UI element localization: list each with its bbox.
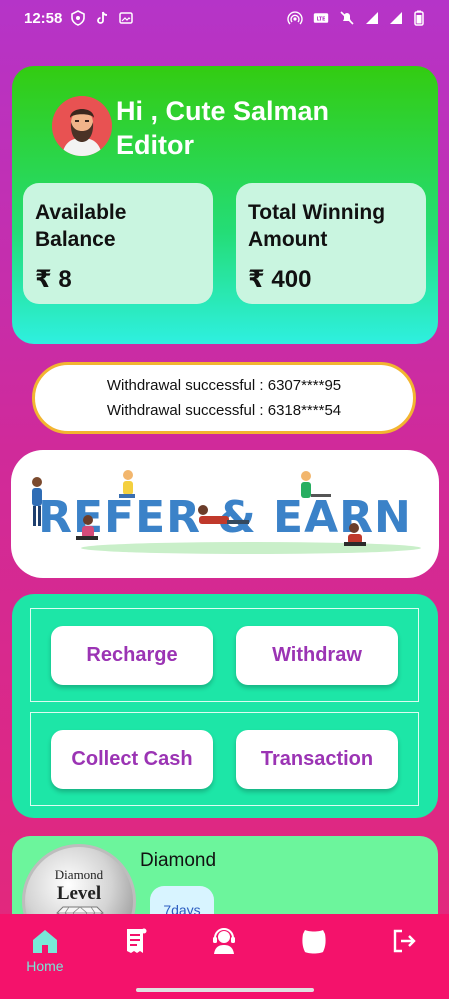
nav-logout[interactable] — [359, 914, 449, 999]
collect-cash-button[interactable]: Collect Cash — [51, 730, 213, 789]
nav-home-label: Home — [26, 958, 64, 974]
transaction-button[interactable]: Transaction — [236, 730, 398, 789]
svg-text:LTE: LTE — [317, 16, 326, 22]
available-balance-label-line2: Balance — [35, 228, 116, 251]
available-balance-card[interactable]: Available Balance ₹ 8 — [23, 183, 213, 304]
nav-transactions[interactable] — [90, 914, 180, 999]
available-balance-label: Available Balance — [35, 199, 201, 253]
medal-text-line2: Level — [56, 883, 102, 904]
status-time: 12:58 — [24, 9, 63, 27]
battery-icon — [411, 10, 427, 26]
status-bar-right: LTE — [287, 10, 427, 26]
actions-panel: Recharge Withdraw Collect Cash Transacti… — [12, 594, 438, 818]
hotspot-icon — [287, 10, 303, 26]
logout-icon — [393, 929, 416, 953]
status-bar-left: 12:58 — [24, 10, 134, 27]
home-indicator[interactable] — [136, 988, 314, 992]
total-winning-label-line2: Amount — [248, 228, 328, 251]
home-icon — [32, 930, 57, 953]
greeting: Hi , Cute Salman Editor — [116, 94, 329, 162]
actions-row: Collect Cash Transaction — [30, 712, 419, 806]
total-winning-card[interactable]: Total Winning Amount ₹ 400 — [236, 183, 426, 304]
mute-icon — [339, 10, 355, 26]
bottom-nav: Home — [0, 914, 449, 999]
tiktok-icon — [94, 10, 110, 26]
volte-icon: LTE — [311, 10, 331, 26]
nav-home[interactable]: Home — [0, 914, 90, 999]
total-winning-label: Total Winning Amount — [248, 199, 414, 253]
total-winning-value: ₹ 400 — [248, 266, 312, 293]
withdrawal-ticker: Withdrawal successful : 6307****95 Withd… — [32, 362, 416, 434]
signal-4g-icon — [363, 10, 379, 26]
person-standing-icon — [32, 477, 42, 526]
medal-text-line1: Diamond — [54, 867, 104, 882]
refer-earn-banner[interactable]: REFER & EARN — [11, 450, 439, 578]
vpn-icon — [70, 10, 86, 26]
nav-support[interactable] — [180, 914, 270, 999]
avatar[interactable] — [52, 96, 112, 156]
wallet-icon — [302, 930, 326, 954]
status-bar: 12:58 LTE — [0, 0, 449, 36]
level-name: Diamond — [140, 850, 217, 871]
recharge-button[interactable]: Recharge — [51, 626, 213, 685]
available-balance-value: ₹ 8 — [35, 266, 72, 293]
greeting-name: Hi , Cute Salman — [116, 96, 330, 126]
gallery-icon — [118, 10, 134, 26]
actions-row: Recharge Withdraw — [30, 608, 419, 702]
nav-wallet[interactable] — [269, 914, 359, 999]
support-agent-icon — [213, 928, 236, 954]
ticker-line: Withdrawal successful : 6318****54 — [106, 402, 342, 419]
greeting-role: Editor — [116, 130, 194, 160]
profile-header-card: Hi , Cute Salman Editor Available Balanc… — [12, 66, 438, 344]
withdraw-button[interactable]: Withdraw — [236, 626, 398, 685]
signal-icon — [387, 10, 403, 26]
ticker-line: Withdrawal successful : 6307****95 — [106, 377, 342, 394]
refer-earn-illustration: REFER & EARN — [32, 470, 421, 554]
total-winning-label-line1: Total Winning — [248, 201, 386, 224]
receipt-icon — [126, 928, 147, 953]
available-balance-label-line1: Available — [35, 201, 127, 224]
